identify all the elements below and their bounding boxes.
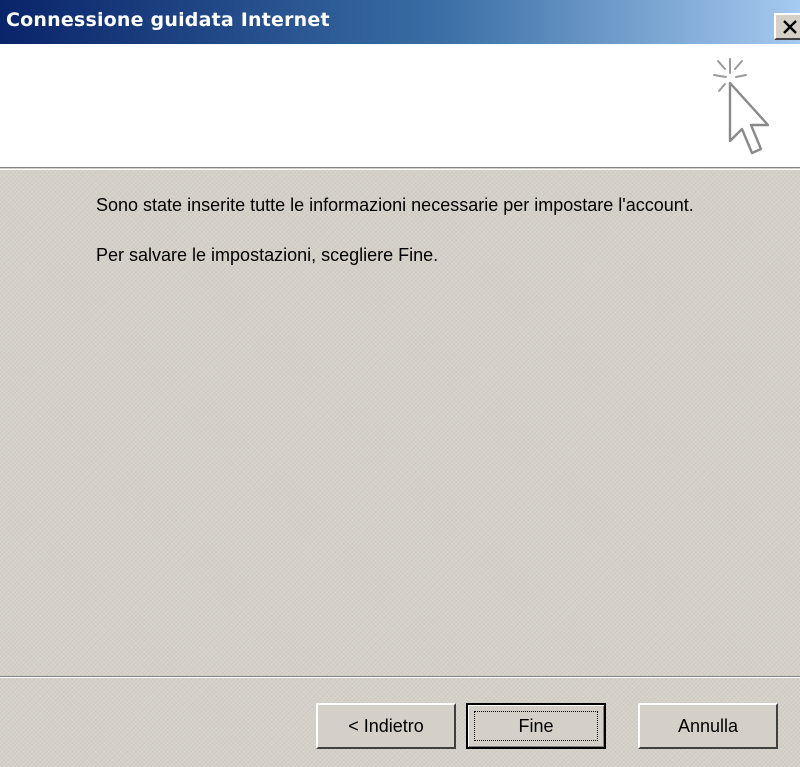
close-button[interactable] <box>774 13 800 40</box>
back-button-label: < Indietro <box>348 715 424 736</box>
footer-divider <box>0 676 800 678</box>
back-button[interactable]: < Indietro <box>316 703 456 749</box>
window-title: Connessione guidata Internet <box>6 9 330 31</box>
instruction-message: Per salvare le impostazioni, scegliere F… <box>96 245 439 265</box>
wizard-header <box>0 44 800 167</box>
wizard-cursor-icon <box>713 58 770 155</box>
focus-rectangle <box>474 711 598 741</box>
info-message: Sono state inserite tutte le informazion… <box>96 195 694 215</box>
cancel-button-label: Annulla <box>677 715 739 736</box>
close-icon <box>783 20 797 34</box>
wizard-window: Connessione guidata Internet Sono state … <box>0 0 800 767</box>
title-bar[interactable]: Connessione guidata Internet <box>0 0 800 44</box>
finish-button[interactable]: Fine <box>466 703 606 749</box>
cancel-button[interactable]: Annulla <box>638 703 778 749</box>
